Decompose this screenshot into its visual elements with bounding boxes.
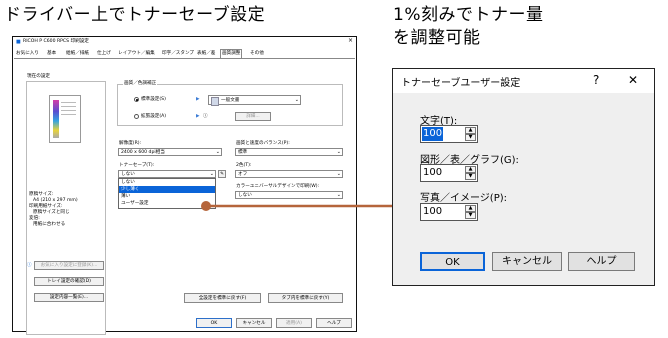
help-icon[interactable]: ? <box>593 73 599 87</box>
toner-cancel-button[interactable]: キャンセル <box>492 252 562 271</box>
toner-save-user-dialog: トナーセーブユーザー設定 ? ✕ 文字(T): 100 ▲ ▼ 図形／表／グラフ… <box>392 68 655 286</box>
toner-ok-button[interactable]: OK <box>420 252 485 271</box>
photo-label: 写真／イメージ(P): <box>420 193 508 204</box>
stepper-down-icon[interactable]: ▼ <box>465 134 476 141</box>
graphic-value[interactable]: 100 <box>422 166 443 180</box>
stepper-down-icon[interactable]: ▼ <box>465 173 476 180</box>
graphic-stepper[interactable]: 100 ▲ ▼ <box>420 164 478 182</box>
stepper-up-icon[interactable]: ▲ <box>465 205 476 212</box>
text-value[interactable]: 100 <box>422 127 444 141</box>
photo-value[interactable]: 100 <box>422 205 443 219</box>
stepper-up-icon[interactable]: ▲ <box>465 127 476 134</box>
close-icon[interactable]: ✕ <box>628 73 638 87</box>
stepper-down-icon[interactable]: ▼ <box>465 212 476 219</box>
toner-help-button[interactable]: ヘルプ <box>568 252 635 271</box>
photo-stepper[interactable]: 100 ▲ ▼ <box>420 203 478 221</box>
text-stepper[interactable]: 100 ▲ ▼ <box>420 125 478 143</box>
toner-dialog-title: トナーセーブユーザー設定 <box>401 78 521 89</box>
stepper-up-icon[interactable]: ▲ <box>465 166 476 173</box>
